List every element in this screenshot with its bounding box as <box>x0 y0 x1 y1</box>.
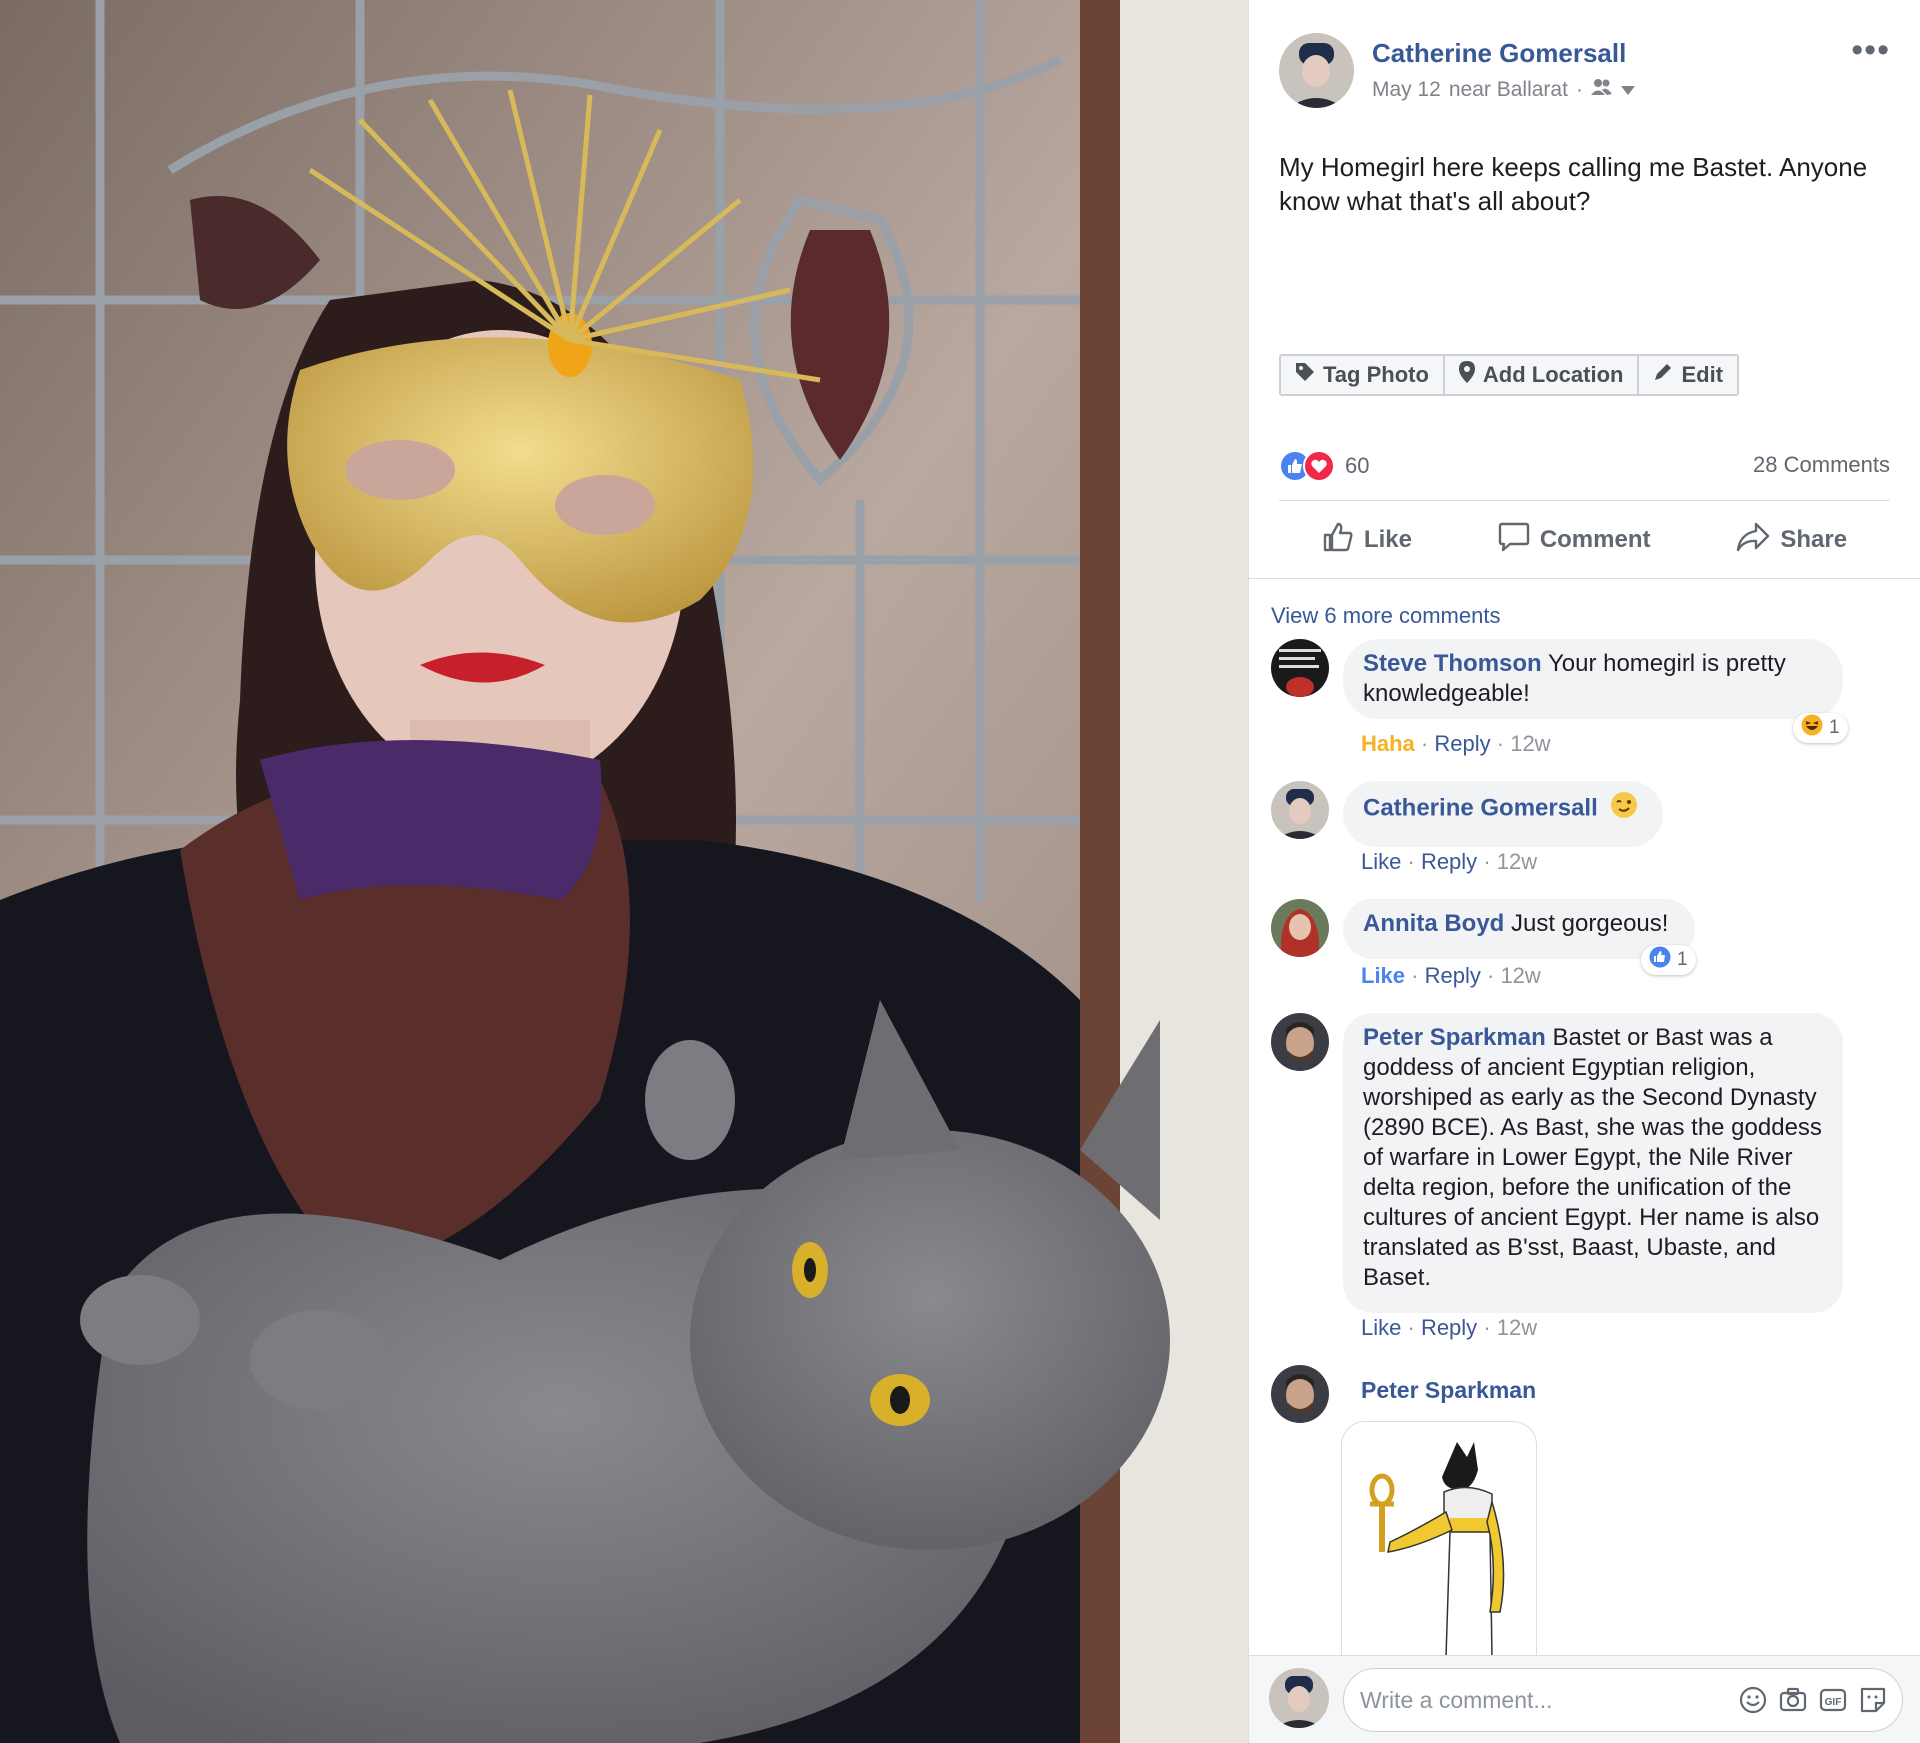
tag-icon <box>1295 362 1315 388</box>
love-reaction-icon <box>1303 450 1335 482</box>
like-reaction-icon <box>1649 946 1671 974</box>
share-label: Share <box>1780 526 1848 553</box>
post-author-name[interactable]: Catherine Gomersall <box>1372 38 1626 69</box>
location-pin-icon <box>1458 361 1475 389</box>
comment-bubble: Steve Thomson Your homegirl is pretty kn… <box>1343 639 1843 719</box>
reaction-count: 60 <box>1345 453 1370 478</box>
like-button[interactable]: Like <box>1322 521 1412 560</box>
more-options-icon[interactable]: ••• <box>1851 33 1890 67</box>
bastet-sticker[interactable] <box>1341 1421 1537 1657</box>
edit-button[interactable]: Edit <box>1639 356 1738 394</box>
audience-friends-icon[interactable] <box>1590 78 1613 102</box>
comment-input-placeholder: Write a comment... <box>1360 1687 1553 1713</box>
share-arrow-icon <box>1736 522 1770 559</box>
divider <box>1279 500 1890 501</box>
comment-meta: Like · Reply · 12w <box>1361 1315 1538 1340</box>
comment-time[interactable]: 12w <box>1500 963 1540 988</box>
post-location[interactable]: near Ballarat <box>1449 78 1568 102</box>
comment-meta: Haha · Reply · 12w <box>1361 731 1551 756</box>
comment-reaction-link[interactable]: Haha <box>1361 731 1415 756</box>
commenter-avatar[interactable] <box>1271 1013 1329 1071</box>
post-text: My Homegirl here keeps calling me Bastet… <box>1279 152 1868 216</box>
bastet-sticker-illustration <box>1369 1442 1505 1657</box>
post-photo[interactable] <box>0 0 1248 1743</box>
comment-meta: Like · Reply · 12w <box>1361 849 1538 874</box>
comment-text: Bastet or Bast was a goddess of ancient … <box>1363 1024 1822 1291</box>
commenter-avatar[interactable] <box>1271 781 1329 839</box>
comment-author[interactable]: Annita Boyd <box>1363 910 1504 937</box>
comment-like-link[interactable]: Like <box>1361 963 1405 988</box>
like-label: Like <box>1363 526 1412 553</box>
add-location-button[interactable]: Add Location <box>1444 356 1640 394</box>
post-meta: May 12 near Ballarat · <box>1372 78 1635 102</box>
reactions-summary[interactable]: 60 <box>1279 450 1369 482</box>
comment-reaction-badge[interactable]: 1 <box>1641 945 1696 975</box>
comment-author[interactable]: Peter Sparkman <box>1363 1024 1546 1051</box>
comment-like-link[interactable]: Like <box>1361 849 1401 874</box>
comment-bubble: Catherine Gomersall <box>1343 781 1663 847</box>
wink-emoji-icon <box>1610 791 1638 827</box>
comment-button[interactable]: Comment <box>1498 522 1651 559</box>
post-panel: Catherine Gomersall May 12 near Ballarat… <box>1248 0 1920 1743</box>
gif-icon[interactable]: GIF <box>1818 1685 1848 1720</box>
composer-icons: GIF <box>1738 1685 1888 1720</box>
comment-reply-link[interactable]: Reply <box>1421 849 1477 874</box>
thumbs-up-icon <box>1322 521 1354 560</box>
comments-count[interactable]: 28 Comments <box>1753 452 1890 478</box>
comment-reaction-badge[interactable]: 1 <box>1793 713 1848 743</box>
comment-reply-link[interactable]: Reply <box>1425 963 1481 988</box>
author-avatar[interactable] <box>1279 33 1354 108</box>
haha-emoji-icon <box>1801 714 1823 742</box>
facebook-photo-viewer: Catherine Gomersall May 12 near Ballarat… <box>0 0 1920 1743</box>
badge-count: 1 <box>1829 717 1840 738</box>
sticker-icon[interactable] <box>1858 1685 1888 1720</box>
tag-photo-button[interactable]: Tag Photo <box>1281 356 1445 394</box>
comment-time[interactable]: 12w <box>1510 731 1550 756</box>
comment-like-link[interactable]: Like <box>1361 1315 1401 1340</box>
comment-input[interactable]: Write a comment... GIF <box>1343 1668 1903 1732</box>
comment-text: Just gorgeous! <box>1511 910 1669 937</box>
comment-reply-link[interactable]: Reply <box>1434 731 1490 756</box>
post-date[interactable]: May 12 <box>1372 78 1441 102</box>
commenter-avatar[interactable] <box>1271 899 1329 957</box>
edit-label: Edit <box>1681 362 1724 387</box>
current-user-avatar[interactable] <box>1269 1668 1329 1728</box>
comment-time[interactable]: 12w <box>1497 1315 1537 1340</box>
svg-text:GIF: GIF <box>1825 1697 1842 1708</box>
view-more-comments-link[interactable]: View 6 more comments <box>1271 603 1500 629</box>
meta-separator: · <box>1575 78 1583 101</box>
comment-label: Comment <box>1539 526 1651 553</box>
comment-composer: Write a comment... GIF <box>1249 1655 1920 1743</box>
photo-illustration <box>0 0 1248 1743</box>
add-location-label: Add Location <box>1482 362 1624 387</box>
badge-count: 1 <box>1677 949 1688 970</box>
pencil-icon <box>1653 362 1673 388</box>
tag-photo-label: Tag Photo <box>1323 362 1429 387</box>
comment-bubble: Annita Boyd Just gorgeous! <box>1343 899 1695 959</box>
comment-reply-link[interactable]: Reply <box>1421 1315 1477 1340</box>
commenter-avatar[interactable] <box>1271 1365 1329 1423</box>
chevron-down-icon[interactable] <box>1620 78 1635 102</box>
comment-time[interactable]: 12w <box>1497 849 1537 874</box>
comment-bubble-icon <box>1498 522 1530 559</box>
commenter-avatar[interactable] <box>1271 639 1329 697</box>
camera-icon[interactable] <box>1778 1685 1808 1720</box>
comment-author[interactable]: Catherine Gomersall <box>1363 794 1598 821</box>
emoji-icon[interactable] <box>1738 1685 1768 1720</box>
comment-author[interactable]: Steve Thomson <box>1363 650 1542 677</box>
post-actions-bar: Like Comment Share <box>1279 518 1890 562</box>
comment-author[interactable]: Peter Sparkman <box>1361 1377 1536 1404</box>
share-button[interactable]: Share <box>1736 522 1847 559</box>
comment-bubble: Peter Sparkman Bastet or Bast was a godd… <box>1343 1013 1843 1313</box>
photo-actions-bar: Tag Photo Add Location Edit <box>1279 354 1740 396</box>
comments-section: View 6 more comments Steve Thomson Your … <box>1249 578 1920 1657</box>
comment-meta: Like · Reply · 12w <box>1361 963 1541 988</box>
